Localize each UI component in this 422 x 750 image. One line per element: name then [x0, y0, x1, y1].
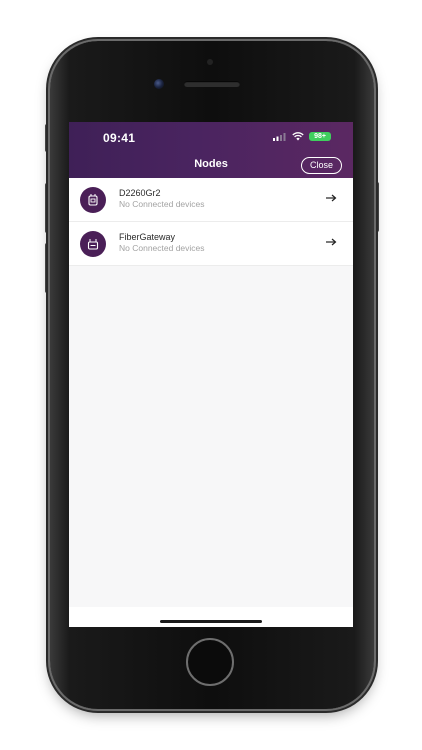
earpiece-speaker: [184, 81, 240, 87]
router-icon: [88, 194, 98, 206]
arrow-right-icon: [326, 194, 337, 202]
status-time: 09:41: [103, 131, 136, 145]
wifi-icon: [292, 132, 304, 141]
node-list-item[interactable]: D2260Gr2 No Connected devices: [69, 178, 353, 222]
status-icons: 98+: [273, 132, 331, 141]
power-button: [374, 182, 379, 232]
node-name: D2260Gr2: [119, 188, 161, 198]
front-camera: [154, 79, 164, 89]
node-name: FiberGateway: [119, 232, 176, 242]
close-button[interactable]: Close: [300, 157, 342, 174]
battery-indicator: 98+: [309, 132, 331, 141]
bottom-safe-area: [69, 607, 353, 627]
node-status: No Connected devices: [119, 199, 205, 209]
proximity-sensor: [207, 59, 213, 65]
gateway-icon: [87, 239, 99, 250]
nodes-list: D2260Gr2 No Connected devices FiberGatew…: [69, 178, 353, 266]
arrow-right-icon: [326, 238, 337, 246]
cellular-signal-icon: [273, 133, 286, 141]
home-indicator[interactable]: [160, 620, 262, 623]
stage: 09:41 98+ Nodes Close D2260Gr2 No Connec…: [0, 0, 422, 750]
node-avatar: [80, 187, 106, 213]
app-header: 09:41 98+ Nodes Close: [69, 122, 353, 178]
phone-screen: 09:41 98+ Nodes Close D2260Gr2 No Connec…: [69, 122, 353, 627]
node-avatar: [80, 231, 106, 257]
home-button[interactable]: [186, 638, 234, 686]
node-status: No Connected devices: [119, 243, 205, 253]
node-list-item[interactable]: FiberGateway No Connected devices: [69, 222, 353, 266]
